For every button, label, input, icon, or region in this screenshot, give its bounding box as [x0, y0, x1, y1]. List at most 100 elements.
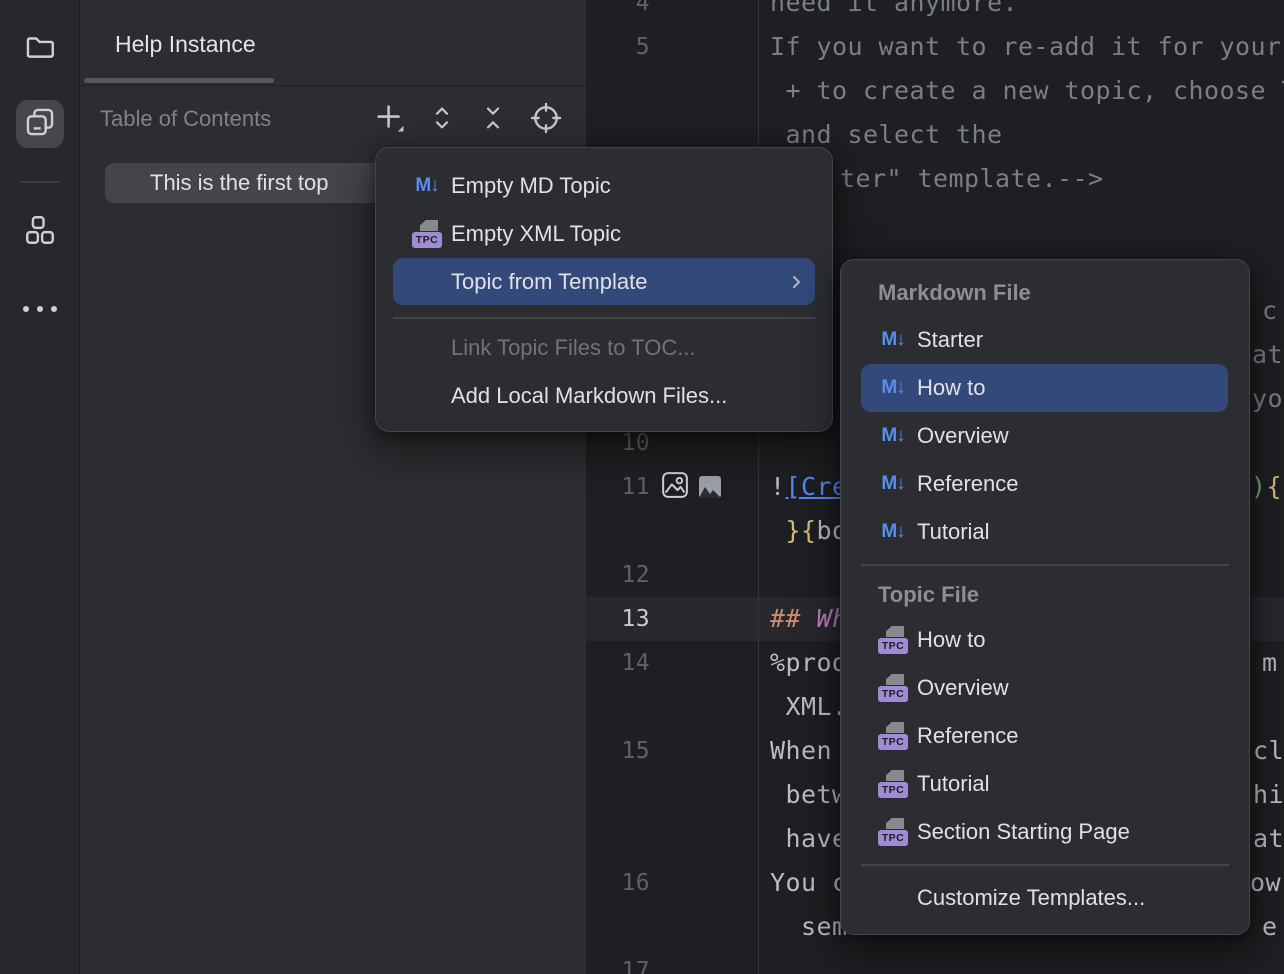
editor-row: 17 [586, 949, 1284, 974]
toc-section-label: Table of Contents [100, 106, 271, 132]
code-text[interactable]: have [770, 817, 848, 861]
code-segment: ) [1251, 472, 1267, 501]
menu-item-label: Link Topic Files to TOC... [451, 335, 696, 361]
code-text[interactable]: betw [770, 773, 848, 817]
submenu-item-tpc-reference[interactable]: TPC Reference [841, 712, 1249, 760]
submenu-item-tpc-how-to[interactable]: TPC How to [841, 616, 1249, 664]
code-text[interactable]: You c [770, 861, 848, 905]
code-text[interactable]: ![Cre [770, 465, 848, 509]
line11-gutter [660, 470, 721, 504]
help-instances-button[interactable] [16, 100, 64, 148]
code-text[interactable]: %prod [770, 641, 848, 685]
expand-all-icon [427, 103, 457, 138]
submenu-item-md-overview[interactable]: M↓ Overview [841, 412, 1249, 460]
code-text: c [1262, 289, 1278, 333]
ellipsis-icon [23, 306, 57, 312]
code-text[interactable]: sem [770, 905, 848, 949]
menu-item-label: Topic from Template [451, 269, 647, 295]
image-preview-icon[interactable] [660, 470, 690, 504]
code-text: e [1262, 905, 1278, 949]
code-text: m [1262, 641, 1278, 685]
markdown-icon: M↓ [411, 175, 443, 197]
menu-item-label: Starter [917, 327, 983, 353]
submenu-item-md-how-to[interactable]: M↓ How to [841, 364, 1249, 412]
submenu-item-starter[interactable]: M↓ Starter [841, 316, 1249, 364]
submenu-item-md-reference[interactable]: M↓ Reference [841, 460, 1249, 508]
link-text[interactable]: [Cre [786, 472, 848, 501]
menu-item-label: Reference [917, 723, 1019, 749]
editor-row: 4 need it anymore. [586, 0, 1284, 25]
code-text: at [1252, 333, 1283, 377]
menu-item-empty-md-topic[interactable]: M↓ Empty MD Topic [376, 162, 832, 210]
code-segment: ! [770, 472, 786, 501]
markdown-icon: M↓ [878, 425, 908, 447]
line-number: 12 [586, 553, 650, 597]
instances-icon [23, 105, 57, 144]
menu-item-label: Overview [917, 423, 1009, 449]
more-tool-windows-button[interactable] [16, 285, 64, 333]
collapse-all-button[interactable] [475, 102, 511, 138]
add-topic-button[interactable] [372, 102, 408, 138]
markdown-icon: M↓ [878, 377, 908, 399]
code-text[interactable]: ter" template.--> [840, 157, 1104, 201]
heading-marker: ## [770, 604, 817, 633]
menu-item-link-topic-files: Link Topic Files to TOC... [376, 326, 832, 370]
menu-separator [861, 864, 1229, 866]
line-number: 11 [586, 465, 650, 509]
code-text: ow [1250, 861, 1281, 905]
panel-title: Help Instance [115, 31, 256, 58]
code-text[interactable]: When [770, 729, 848, 773]
code-text[interactable]: need it anymore. [770, 0, 1018, 25]
menu-item-label: How to [917, 375, 985, 401]
menu-item-label: Tutorial [917, 771, 990, 797]
menu-item-add-local-markdown-files[interactable]: Add Local Markdown Files... [376, 374, 832, 418]
code-text: ){ [1251, 465, 1282, 509]
locate-opened-file-button[interactable] [528, 102, 564, 138]
submenu-item-tpc-overview[interactable]: TPC Overview [841, 664, 1249, 712]
code-text: hi [1253, 773, 1284, 817]
menu-item-label: Empty XML Topic [451, 221, 621, 247]
menu-item-label: Section Starting Page [917, 819, 1130, 845]
menu-item-topic-from-template[interactable]: Topic from Template [376, 258, 832, 305]
editor-row: + to create a new topic, choose T [586, 69, 1284, 113]
submenu-item-md-tutorial[interactable]: M↓ Tutorial [841, 508, 1249, 556]
line-number: 14 [586, 641, 650, 685]
markdown-icon: M↓ [878, 521, 908, 543]
menu-item-label: Add Local Markdown Files... [451, 383, 727, 409]
structure-button[interactable] [16, 208, 64, 256]
expand-all-button[interactable] [424, 102, 460, 138]
code-text[interactable]: + to create a new topic, choose T [770, 69, 1284, 113]
crosshair-icon [530, 102, 562, 139]
code-text: yo [1252, 377, 1283, 421]
folder-icon [23, 30, 57, 69]
code-text[interactable]: ## Wh [770, 597, 848, 641]
new-topic-context-menu: M↓ Empty MD Topic TPC Empty XML Topic To… [375, 147, 833, 432]
code-segment: }{ [786, 516, 817, 545]
topic-icon: TPC [878, 626, 908, 654]
menu-item-label: How to [917, 627, 985, 653]
submenu-item-section-starting-page[interactable]: TPC Section Starting Page [841, 808, 1249, 856]
line-number: 16 [586, 861, 650, 905]
topic-icon: TPC [878, 722, 908, 750]
markdown-icon: M↓ [878, 329, 908, 351]
topic-icon: TPC [878, 674, 908, 702]
structure-icon [23, 213, 57, 252]
template-submenu: Markdown File M↓ Starter M↓ How to M↓ Ov… [840, 259, 1250, 935]
menu-item-empty-xml-topic[interactable]: TPC Empty XML Topic [376, 210, 832, 258]
code-text[interactable]: }{bo [770, 509, 848, 553]
topic-icon: TPC [411, 220, 443, 248]
line-number: 5 [586, 25, 650, 69]
submenu-item-customize-templates[interactable]: Customize Templates... [841, 874, 1249, 922]
menu-item-label: Overview [917, 675, 1009, 701]
submenu-item-tpc-tutorial[interactable]: TPC Tutorial [841, 760, 1249, 808]
code-text[interactable]: If you want to re-add it for your [770, 25, 1282, 69]
app-root: Help Instance Table of Contents [0, 0, 1284, 974]
menu-item-label: Tutorial [917, 519, 990, 545]
active-tab-underline [84, 78, 274, 83]
submenu-header-markdown-file: Markdown File [878, 280, 1031, 306]
project-folder-button[interactable] [16, 25, 64, 73]
submenu-arrow-icon [788, 274, 804, 290]
line-number: 4 [586, 0, 650, 25]
code-text[interactable]: XML. [770, 685, 848, 729]
image-thumbnail-icon[interactable] [699, 476, 721, 498]
